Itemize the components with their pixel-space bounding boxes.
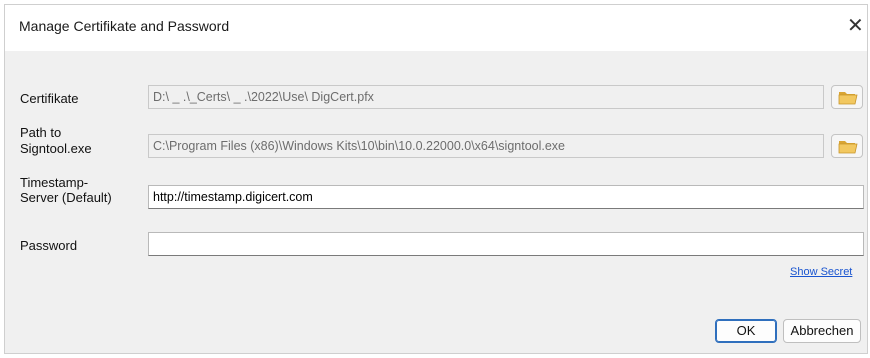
signtool-label-line2: Signtool.exe (20, 141, 92, 156)
ok-button[interactable]: OK (715, 319, 777, 343)
signtool-label-line1: Path to (20, 125, 62, 140)
browse-certificate-button[interactable] (831, 85, 863, 109)
timestamp-label-line1: Timestamp- (20, 175, 89, 190)
timestamp-label-line2: Server (Default) (20, 190, 112, 205)
manage-certificate-dialog: Manage Certifikate and Password ✕ Certif… (4, 4, 868, 354)
browse-signtool-button[interactable] (831, 134, 863, 158)
signtool-path-field[interactable]: C:\Program Files (x86)\Windows Kits\10\b… (148, 134, 824, 158)
folder-open-icon (838, 92, 858, 105)
cancel-button[interactable]: Abbrechen (783, 319, 861, 343)
close-icon[interactable]: ✕ (847, 13, 867, 39)
show-secret-link[interactable]: Show Secret (790, 266, 852, 278)
certificate-label: Certifikate (20, 91, 79, 106)
timestamp-server-input[interactable]: http://timestamp.digicert.com (148, 185, 864, 209)
password-input[interactable] (148, 232, 864, 256)
folder-open-icon (838, 141, 858, 154)
certificate-path-field[interactable]: D:\ _ .\_Certs\ _ .\2022\Use\ DigCert.pf… (148, 85, 824, 109)
window-title: Manage Certifikate and Password (19, 18, 230, 34)
password-label: Password (20, 238, 78, 253)
title-bar: Manage Certifikate and Password ✕ (5, 5, 867, 51)
